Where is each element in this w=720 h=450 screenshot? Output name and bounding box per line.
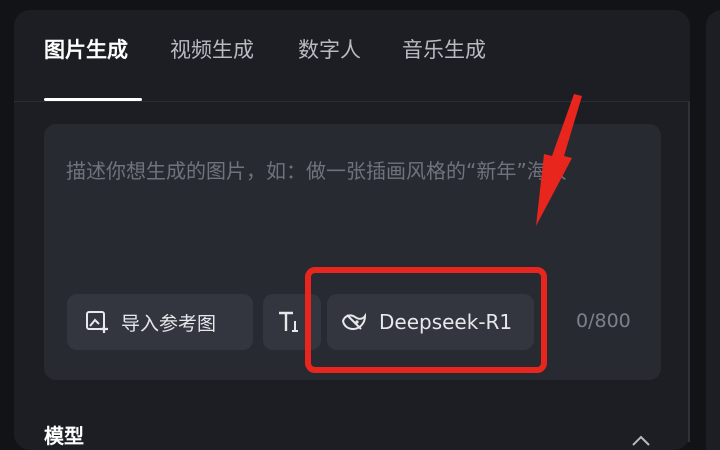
chevron-up-icon[interactable] (630, 434, 652, 448)
annotation-arrow-icon (536, 94, 582, 226)
